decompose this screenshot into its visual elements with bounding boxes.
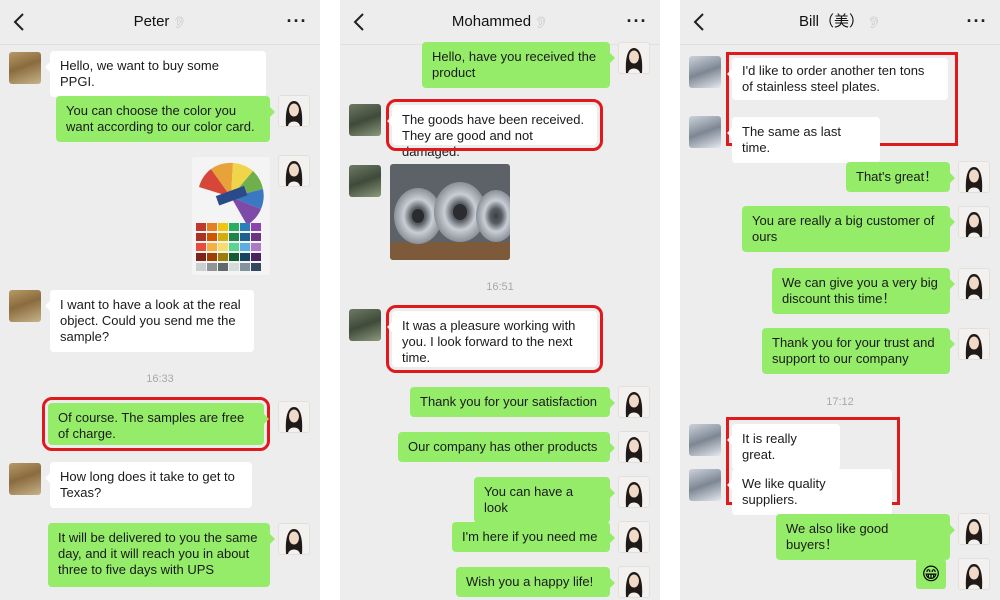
user-avatar[interactable] <box>958 558 990 590</box>
message-bubble-outgoing-highlighted[interactable]: Of course. The samples are free of charg… <box>42 397 270 451</box>
woman-portrait-icon <box>965 274 983 299</box>
more-options-button[interactable]: ··· <box>626 10 648 32</box>
user-avatar[interactable] <box>278 401 310 433</box>
woman-portrait-icon <box>965 212 983 237</box>
woman-portrait-icon <box>965 519 983 544</box>
message-bubble-incoming[interactable]: We like quality suppliers. <box>727 469 892 515</box>
chat-panel-peter: Peter 👂︎ ··· Hello, we want to buy some P… <box>0 0 320 600</box>
chevron-left-icon <box>13 13 24 31</box>
grin-emoji-message[interactable]: 😁 <box>916 559 946 589</box>
message-bubble-outgoing[interactable]: That's great！ <box>846 162 955 192</box>
message-bubble-outgoing[interactable]: We also like good buyers！ <box>776 514 955 560</box>
user-avatar[interactable] <box>618 476 650 508</box>
contact-avatar[interactable] <box>9 290 41 322</box>
message-bubble-incoming[interactable]: I want to have a look at the real object… <box>45 290 254 352</box>
user-avatar[interactable] <box>958 328 990 360</box>
steel-coils-image <box>390 164 510 260</box>
contact-avatar[interactable] <box>349 104 381 136</box>
message-bubble-outgoing[interactable]: You are really a big customer of ours <box>742 206 955 252</box>
message-bubble-incoming[interactable]: It is really great. <box>727 424 840 470</box>
woman-portrait-icon <box>625 437 643 462</box>
user-avatar[interactable] <box>618 566 650 598</box>
user-avatar[interactable] <box>618 521 650 553</box>
woman-portrait-icon <box>625 48 643 73</box>
contact-avatar[interactable] <box>349 309 381 341</box>
message-bubble-outgoing[interactable]: Wish you a happy life! <box>456 567 615 597</box>
back-button[interactable] <box>10 11 30 33</box>
contact-avatar[interactable] <box>349 165 381 197</box>
message-bubble-incoming[interactable]: How long does it take to get to Texas? <box>45 462 252 508</box>
message-bubble-incoming-highlighted[interactable]: It was a pleasure working with you. I lo… <box>386 305 603 373</box>
message-bubble-outgoing[interactable]: Thank you for your trust and support to … <box>762 328 955 374</box>
contact-avatar[interactable] <box>9 52 41 84</box>
chevron-left-icon <box>693 13 704 31</box>
message-bubble-outgoing[interactable]: You can choose the color you want accord… <box>56 96 275 142</box>
woman-portrait-icon <box>285 407 303 432</box>
more-options-button[interactable]: ··· <box>286 10 308 32</box>
chat-header: Bill（美） 👂︎ ··· <box>680 0 1000 45</box>
chat-title: Mohammed 👂︎ <box>400 0 600 44</box>
user-avatar[interactable] <box>958 206 990 238</box>
timestamp: 17:12 <box>826 396 854 408</box>
chat-title: Peter 👂︎ <box>60 0 260 44</box>
chat-panel-mohammed: Mohammed 👂︎ ··· Hello, have you received … <box>340 0 660 600</box>
contact-avatar[interactable] <box>689 424 721 456</box>
chat-header: Mohammed 👂︎ ··· <box>340 0 660 45</box>
back-button[interactable] <box>350 11 370 33</box>
user-avatar[interactable] <box>958 513 990 545</box>
message-bubble-incoming[interactable]: Hello, we want to buy some PPGI. <box>45 51 266 97</box>
chat-header: Peter 👂︎ ··· <box>0 0 320 45</box>
woman-portrait-icon <box>625 527 643 552</box>
user-avatar[interactable] <box>618 42 650 74</box>
chat-panel-bill: Bill（美） 👂︎ ··· I'd like to order another … <box>680 0 1000 600</box>
more-options-button[interactable]: ··· <box>966 10 988 32</box>
woman-portrait-icon <box>625 572 643 597</box>
message-bubble-incoming-highlighted[interactable]: The goods have been received. They are g… <box>386 99 603 159</box>
user-avatar[interactable] <box>278 95 310 127</box>
user-avatar[interactable] <box>958 161 990 193</box>
chat-title: Bill（美） 👂︎ <box>740 0 940 44</box>
message-bubble-outgoing[interactable]: Thank you for your satisfaction <box>410 387 615 417</box>
user-avatar[interactable] <box>278 155 310 187</box>
color-card-photo[interactable] <box>192 157 270 275</box>
timestamp: 16:33 <box>146 373 174 385</box>
contact-avatar[interactable] <box>689 116 721 148</box>
contact-avatar[interactable] <box>689 469 721 501</box>
message-bubble-incoming[interactable]: The same as last time. <box>727 117 880 163</box>
woman-portrait-icon <box>625 392 643 417</box>
color-card-image <box>192 157 270 275</box>
message-bubble-outgoing[interactable]: We can give you a very big discount this… <box>772 268 955 314</box>
user-avatar[interactable] <box>278 523 310 555</box>
timestamp: 16:51 <box>486 281 514 293</box>
contact-name: Bill（美） <box>799 13 865 30</box>
ear-icon: 👂︎ <box>534 17 549 29</box>
chevron-left-icon <box>353 13 364 31</box>
contact-avatar[interactable] <box>689 56 721 88</box>
woman-portrait-icon <box>965 334 983 359</box>
message-bubble-outgoing[interactable]: I'm here if you need me <box>452 522 615 552</box>
ear-icon: 👂︎ <box>172 17 187 29</box>
woman-portrait-icon <box>285 161 303 186</box>
contact-name: Mohammed <box>451 13 532 30</box>
message-bubble-outgoing[interactable]: You can have a look <box>474 477 615 523</box>
message-bubble-incoming[interactable]: I'd like to order another ten tons of st… <box>727 58 948 100</box>
message-bubble-outgoing[interactable]: It will be delivered to you the same day… <box>48 523 275 587</box>
woman-portrait-icon <box>965 167 983 192</box>
woman-portrait-icon <box>285 101 303 126</box>
user-avatar[interactable] <box>958 268 990 300</box>
ear-icon: 👂︎ <box>867 17 881 29</box>
user-avatar[interactable] <box>618 431 650 463</box>
contact-name: Peter <box>133 13 170 30</box>
message-bubble-outgoing[interactable]: Our company has other products <box>398 432 615 462</box>
woman-portrait-icon <box>625 482 643 507</box>
back-button[interactable] <box>690 11 710 33</box>
contact-avatar[interactable] <box>9 463 41 495</box>
woman-portrait-icon <box>965 564 983 589</box>
user-avatar[interactable] <box>618 386 650 418</box>
woman-portrait-icon <box>285 529 303 554</box>
steel-coils-photo[interactable] <box>390 164 510 260</box>
message-bubble-outgoing[interactable]: Hello, have you received the product <box>422 42 615 88</box>
